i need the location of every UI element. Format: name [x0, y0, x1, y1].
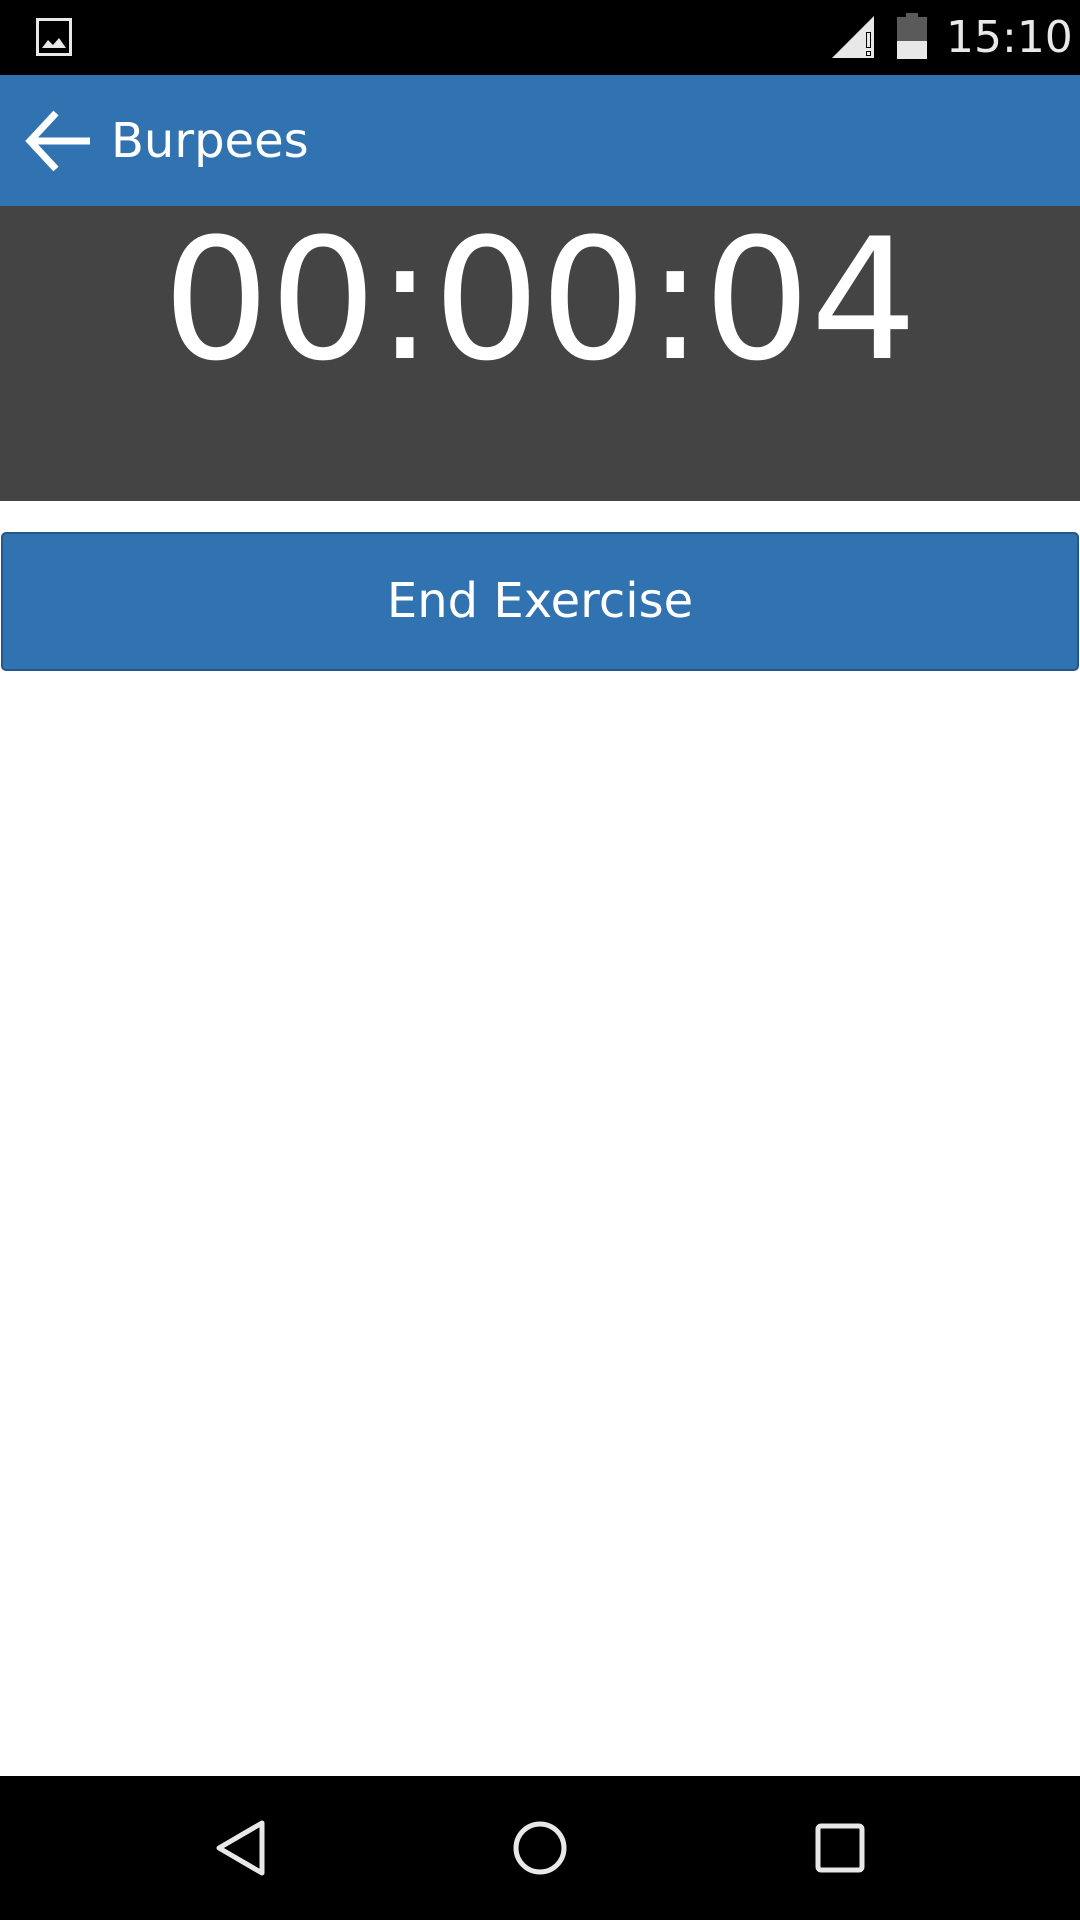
battery-icon [897, 13, 927, 59]
end-exercise-button[interactable]: End Exercise [1, 532, 1079, 671]
back-button[interactable] [14, 97, 102, 185]
page-title: Burpees [111, 113, 309, 169]
nav-recents-icon [815, 1823, 865, 1873]
signal-icon [832, 16, 874, 58]
navigation-bar [0, 1776, 1080, 1920]
image-notification-icon [36, 18, 72, 56]
nav-back-button[interactable] [190, 1798, 290, 1898]
nav-recents-button[interactable] [790, 1798, 890, 1898]
app-bar: Burpees [0, 75, 1080, 206]
status-clock: 15:10 [946, 12, 1073, 63]
nav-back-icon [216, 1820, 265, 1876]
timer-display: 00:00:04 [162, 202, 918, 398]
arrow-left-icon [25, 110, 90, 172]
nav-home-button[interactable] [490, 1798, 590, 1898]
screen: 15:10 Burpees 00:00:04 End Exercise [0, 0, 1080, 1920]
nav-home-icon [513, 1821, 567, 1875]
status-bar: 15:10 [0, 0, 1080, 75]
timer-panel: 00:00:04 [0, 206, 1080, 501]
